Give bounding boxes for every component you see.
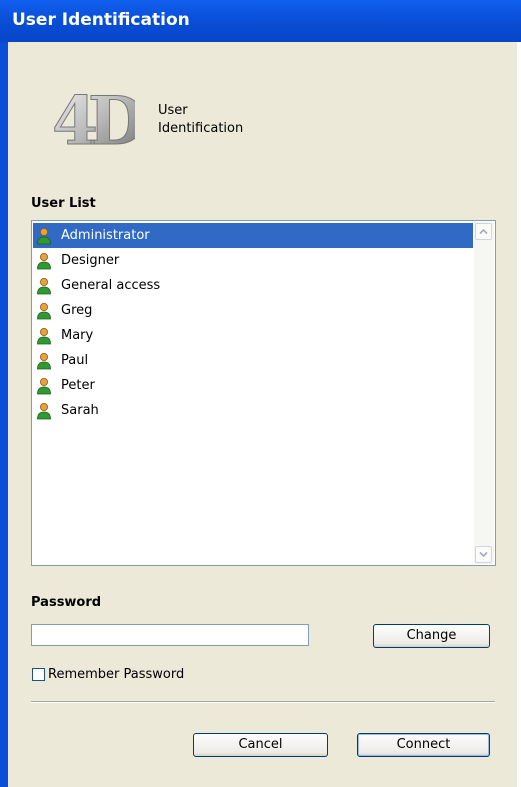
- password-input[interactable]: [31, 624, 309, 646]
- scroll-up-button[interactable]: [475, 223, 492, 240]
- separator: [31, 701, 495, 703]
- user-name: Mary: [61, 328, 94, 343]
- list-item[interactable]: Designer: [33, 248, 473, 273]
- user-icon: [37, 227, 51, 244]
- chevron-down-icon: [479, 551, 488, 558]
- user-name: Designer: [61, 253, 120, 268]
- logo-mark: 4D: [52, 82, 135, 157]
- user-listbox[interactable]: Administrator Designer General access Gr…: [31, 220, 496, 566]
- user-name: Sarah: [61, 403, 99, 418]
- user-name: Administrator: [61, 228, 150, 243]
- window-right-border: [517, 42, 521, 787]
- window-title: User Identification: [12, 10, 190, 30]
- cancel-button[interactable]: Cancel: [193, 733, 328, 757]
- user-identification-dialog: User Identification 4D User Identificati…: [0, 0, 521, 787]
- user-icon: [37, 277, 51, 294]
- user-list-items: Administrator Designer General access Gr…: [33, 223, 473, 423]
- list-item[interactable]: Mary: [33, 323, 473, 348]
- change-password-button[interactable]: Change: [373, 624, 490, 648]
- list-item[interactable]: Greg: [33, 298, 473, 323]
- user-icon: [37, 402, 51, 419]
- window-left-border: [0, 42, 8, 787]
- vertical-scrollbar[interactable]: [474, 222, 494, 564]
- caption-line-1: User: [158, 103, 188, 118]
- title-bar[interactable]: User Identification: [0, 0, 521, 42]
- connect-button[interactable]: Connect: [357, 733, 490, 757]
- list-item[interactable]: General access: [33, 273, 473, 298]
- list-item[interactable]: Paul: [33, 348, 473, 373]
- remember-password-label: Remember Password: [48, 667, 185, 682]
- list-item[interactable]: Administrator: [33, 223, 473, 248]
- user-name: Peter: [61, 378, 95, 393]
- header-caption: User Identification: [158, 102, 243, 138]
- checkbox-box[interactable]: [32, 668, 45, 681]
- user-icon: [37, 327, 51, 344]
- user-icon: [37, 377, 51, 394]
- list-item[interactable]: Sarah: [33, 398, 473, 423]
- remember-password-checkbox[interactable]: Remember Password: [32, 667, 184, 682]
- user-icon: [37, 252, 51, 269]
- 4d-logo: 4D: [52, 82, 136, 157]
- chevron-up-icon: [479, 228, 488, 235]
- list-item[interactable]: Peter: [33, 373, 473, 398]
- scroll-down-button[interactable]: [475, 546, 492, 563]
- caption-line-2: Identification: [158, 121, 244, 136]
- user-name: Greg: [61, 303, 93, 318]
- user-list-label: User List: [31, 196, 96, 211]
- password-label: Password: [31, 595, 102, 610]
- user-name: Paul: [61, 353, 89, 368]
- user-name: General access: [61, 278, 161, 293]
- user-icon: [37, 352, 51, 369]
- user-icon: [37, 302, 51, 319]
